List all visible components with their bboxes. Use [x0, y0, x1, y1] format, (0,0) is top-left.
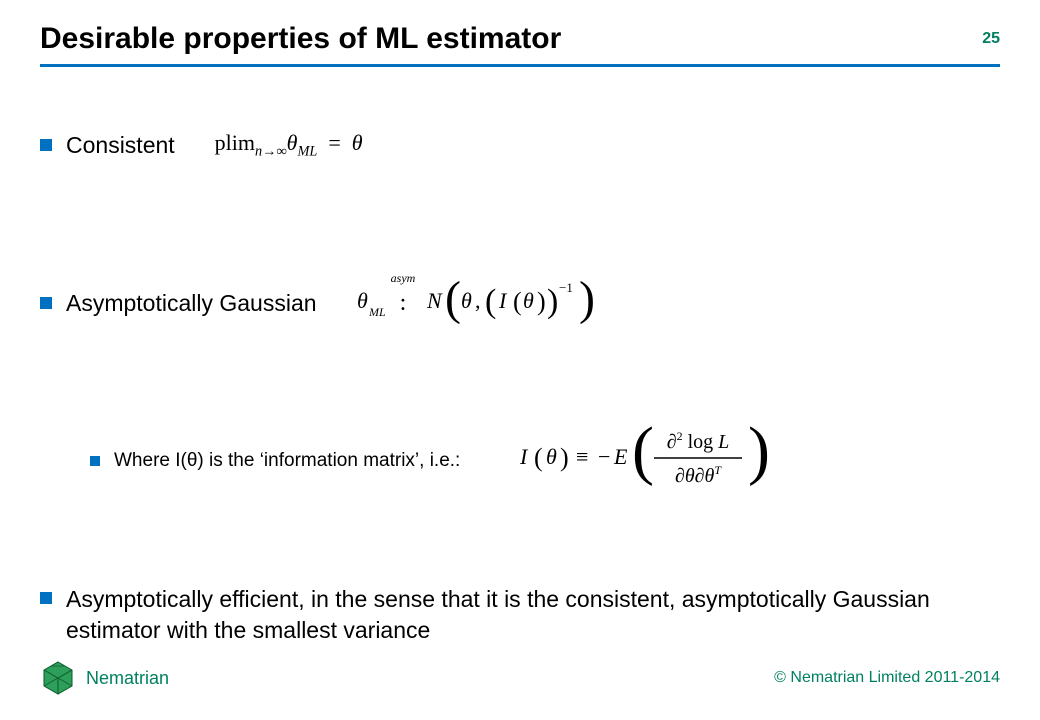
svg-text:ML: ML	[368, 305, 386, 319]
sub-bullet-info-matrix: Where I(θ) is the ‘information matrix’, …	[90, 416, 1000, 506]
copyright-text: © Nematrian Limited 2011-2014	[774, 669, 1000, 687]
sub-bullet-info-matrix-label: Where I(θ) is the ‘information matrix’, …	[114, 450, 460, 472]
svg-text:(: (	[513, 287, 522, 316]
svg-text:E: E	[613, 444, 628, 469]
svg-text:(: (	[534, 443, 543, 472]
svg-text:≡: ≡	[576, 444, 588, 469]
svg-text:): )	[560, 443, 569, 472]
svg-text:): )	[547, 283, 558, 320]
svg-text:(: (	[485, 283, 496, 320]
bullet-asym-gaussian-label: Asymptotically Gaussian	[66, 290, 317, 317]
svg-text:): )	[537, 287, 546, 316]
svg-text:(: (	[445, 272, 461, 325]
svg-text:θ: θ	[461, 288, 472, 313]
svg-text:θ: θ	[546, 444, 557, 469]
math-plim: plim	[215, 130, 255, 155]
bullet-asym-gaussian: Asymptotically Gaussian θ ML asym : N ( …	[40, 266, 1000, 340]
svg-text:): )	[579, 272, 595, 325]
slide-footer: Nematrian © Nematrian Limited 2011-2014	[40, 660, 1000, 696]
math-n-to-inf: n→∞	[255, 143, 287, 159]
page-number: 25	[982, 30, 1000, 48]
footer-left: Nematrian	[40, 660, 169, 696]
svg-text:): )	[748, 416, 770, 487]
bullet-icon	[90, 456, 100, 466]
svg-text:asym: asym	[390, 271, 415, 285]
bullet-consistent: Consistent plimn→∞θML = θ	[40, 130, 1000, 160]
bullet-icon	[40, 592, 52, 604]
slide-title: Desirable properties of ML estimator	[40, 22, 1000, 56]
brand-logo-icon	[40, 660, 76, 696]
title-underline	[40, 64, 1000, 67]
svg-text:−: −	[598, 444, 610, 469]
bullet-asym-efficient: Asymptotically efficient, in the sense t…	[40, 584, 1000, 646]
bullet-icon	[40, 139, 52, 151]
math-equals: =	[328, 130, 340, 155]
brand-name: Nematrian	[86, 668, 169, 689]
formula-info-matrix: I ( θ ) ≡ − E ( ∂2 log L ∂θ∂θT	[520, 416, 780, 506]
bullet-icon	[40, 297, 52, 309]
svg-text:∂θ∂θT: ∂θ∂θT	[675, 463, 722, 487]
formula-asym-gaussian: θ ML asym : N ( θ , ( I ( θ )	[357, 266, 607, 340]
svg-text:I: I	[520, 444, 529, 469]
svg-text:(: (	[632, 416, 654, 487]
slide-body: Consistent plimn→∞θML = θ Asymptotically…	[40, 100, 1000, 640]
svg-text:N: N	[426, 288, 443, 313]
slide: Desirable properties of ML estimator 25 …	[0, 0, 1040, 720]
bullet-asym-efficient-label: Asymptotically efficient, in the sense t…	[66, 584, 946, 646]
bullet-consistent-label: Consistent	[66, 132, 175, 159]
svg-text:∂2 log L: ∂2 log L	[667, 429, 730, 453]
svg-text:θ: θ	[523, 288, 534, 313]
formula-consistent: plimn→∞θML = θ	[215, 130, 363, 160]
math-theta: θ	[352, 130, 363, 155]
svg-text::: :	[399, 290, 406, 316]
svg-text:,: ,	[475, 288, 481, 313]
svg-text:−1: −1	[559, 280, 573, 295]
svg-text:I: I	[498, 288, 508, 313]
slide-header: Desirable properties of ML estimator 25	[40, 22, 1000, 56]
svg-text:θ: θ	[357, 288, 368, 313]
